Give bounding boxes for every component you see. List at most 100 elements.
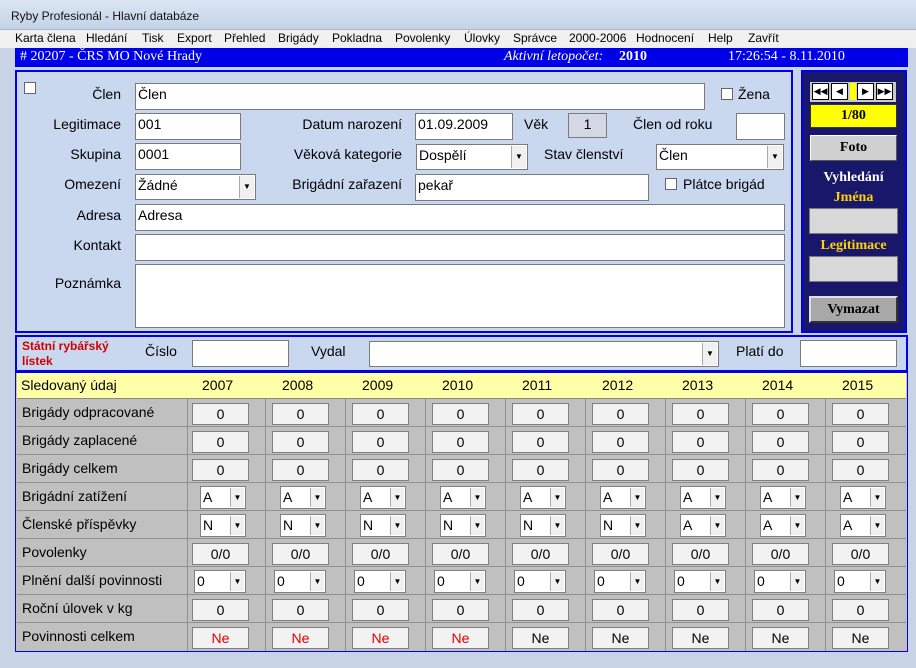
grid-cell[interactable]: Ne — [352, 627, 409, 649]
grid-cell[interactable]: 0 — [832, 403, 889, 425]
datum-input[interactable]: 01.09.2009 — [415, 113, 513, 140]
grid-select[interactable]: A ▼ — [520, 486, 566, 509]
grid-select[interactable]: 0 ▼ — [354, 570, 406, 593]
grid-cell[interactable]: 0 — [352, 403, 409, 425]
omezeni-select[interactable]: Žádné ▼ — [135, 174, 256, 200]
grid-cell[interactable]: 0 — [832, 459, 889, 481]
grid-cell[interactable]: 0 — [752, 431, 809, 453]
menu-item-7[interactable]: Povolenky — [395, 31, 450, 45]
grid-cell[interactable]: 0 — [432, 459, 489, 481]
grid-cell[interactable]: 0 — [192, 431, 249, 453]
grid-select[interactable]: 0 ▼ — [274, 570, 326, 593]
grid-cell[interactable]: 0 — [592, 403, 649, 425]
skupina-input[interactable]: 0001 — [135, 143, 241, 170]
grid-cell[interactable]: 0 — [512, 459, 569, 481]
search-legit-input[interactable] — [809, 256, 898, 282]
menu-item-11[interactable]: Hodnocení — [636, 31, 694, 45]
grid-cell[interactable]: Ne — [512, 627, 569, 649]
grid-cell[interactable]: 0 — [752, 459, 809, 481]
plati-input[interactable] — [800, 340, 897, 367]
menu-item-10[interactable]: 2000-2006 — [569, 31, 626, 45]
prev-record-icon[interactable]: ◀ — [831, 83, 848, 100]
grid-cell[interactable]: 0 — [592, 431, 649, 453]
kontakt-input[interactable] — [135, 234, 785, 261]
menu-item-9[interactable]: Správce — [513, 31, 557, 45]
menu-item-1[interactable]: Hledání — [86, 31, 127, 45]
grid-select[interactable]: N ▼ — [440, 514, 486, 537]
grid-cell[interactable]: Ne — [672, 627, 729, 649]
stav-select[interactable]: Člen ▼ — [656, 144, 784, 170]
grid-cell[interactable]: 0 — [432, 599, 489, 621]
grid-cell[interactable]: 0 — [752, 599, 809, 621]
grid-select[interactable]: A ▼ — [360, 486, 406, 509]
grid-cell[interactable]: 0/0 — [512, 543, 569, 565]
platce-checkbox[interactable] — [665, 178, 677, 190]
grid-cell[interactable]: 0 — [832, 599, 889, 621]
brig-zar-input[interactable]: pekař — [415, 174, 649, 201]
grid-cell[interactable]: 0 — [272, 599, 329, 621]
clen-input[interactable]: Člen — [135, 83, 705, 110]
grid-cell[interactable]: 0 — [592, 459, 649, 481]
first-record-icon[interactable]: ◀◀ — [812, 83, 829, 100]
grid-cell[interactable]: 0/0 — [272, 543, 329, 565]
grid-cell[interactable]: Ne — [432, 627, 489, 649]
grid-select[interactable]: A ▼ — [200, 486, 246, 509]
grid-select[interactable]: A ▼ — [760, 514, 806, 537]
grid-cell[interactable]: Ne — [592, 627, 649, 649]
grid-select[interactable]: 0 ▼ — [194, 570, 246, 593]
grid-select[interactable]: 0 ▼ — [514, 570, 566, 593]
grid-cell[interactable]: 0 — [352, 459, 409, 481]
grid-select[interactable]: A ▼ — [280, 486, 326, 509]
grid-cell[interactable]: 0 — [672, 431, 729, 453]
grid-select[interactable]: A ▼ — [600, 486, 646, 509]
foto-button[interactable]: Foto — [810, 135, 897, 161]
cislo-input[interactable] — [192, 340, 289, 367]
grid-cell[interactable]: 0 — [512, 403, 569, 425]
grid-select[interactable]: 0 ▼ — [434, 570, 486, 593]
menu-item-3[interactable]: Export — [177, 31, 212, 45]
last-record-icon[interactable]: ▶▶ — [876, 83, 893, 100]
grid-select[interactable]: N ▼ — [280, 514, 326, 537]
clen-od-input[interactable] — [736, 113, 785, 140]
grid-cell[interactable]: 0/0 — [432, 543, 489, 565]
grid-select[interactable]: A ▼ — [680, 486, 726, 509]
grid-cell[interactable]: 0 — [192, 599, 249, 621]
zena-checkbox[interactable] — [721, 88, 733, 100]
grid-cell[interactable]: Ne — [752, 627, 809, 649]
vekova-select[interactable]: Dospělí ▼ — [416, 144, 528, 170]
clear-button[interactable]: Vymazat — [809, 296, 898, 323]
adresa-input[interactable]: Adresa — [135, 204, 785, 231]
grid-select[interactable]: N ▼ — [360, 514, 406, 537]
menu-item-12[interactable]: Help — [708, 31, 733, 45]
menu-item-4[interactable]: Přehled — [224, 31, 265, 45]
grid-cell[interactable]: 0 — [592, 599, 649, 621]
grid-cell[interactable]: 0 — [192, 459, 249, 481]
grid-select[interactable]: 0 ▼ — [834, 570, 886, 593]
grid-cell[interactable]: 0 — [432, 403, 489, 425]
menu-item-6[interactable]: Pokladna — [332, 31, 382, 45]
menu-item-2[interactable]: Tisk — [142, 31, 164, 45]
search-name-input[interactable] — [809, 208, 898, 234]
grid-select[interactable]: 0 ▼ — [674, 570, 726, 593]
menu-item-8[interactable]: Úlovky — [464, 31, 500, 45]
grid-cell[interactable]: 0 — [432, 431, 489, 453]
grid-cell[interactable]: 0 — [272, 459, 329, 481]
member-checkbox[interactable] — [24, 82, 36, 94]
grid-cell[interactable]: 0 — [272, 431, 329, 453]
grid-cell[interactable]: 0/0 — [672, 543, 729, 565]
grid-cell[interactable]: 0 — [752, 403, 809, 425]
grid-cell[interactable]: 0 — [672, 403, 729, 425]
grid-cell[interactable]: Ne — [192, 627, 249, 649]
menu-item-5[interactable]: Brigády — [278, 31, 319, 45]
grid-cell[interactable]: 0 — [272, 403, 329, 425]
grid-cell[interactable]: 0 — [352, 599, 409, 621]
grid-cell[interactable]: 0 — [352, 431, 409, 453]
grid-cell[interactable]: 0 — [192, 403, 249, 425]
grid-select[interactable]: N ▼ — [520, 514, 566, 537]
grid-cell[interactable]: Ne — [272, 627, 329, 649]
grid-cell[interactable]: 0/0 — [592, 543, 649, 565]
grid-cell[interactable]: 0 — [832, 431, 889, 453]
grid-cell[interactable]: 0/0 — [832, 543, 889, 565]
grid-select[interactable]: N ▼ — [600, 514, 646, 537]
vydal-select[interactable]: ▼ — [369, 341, 719, 367]
